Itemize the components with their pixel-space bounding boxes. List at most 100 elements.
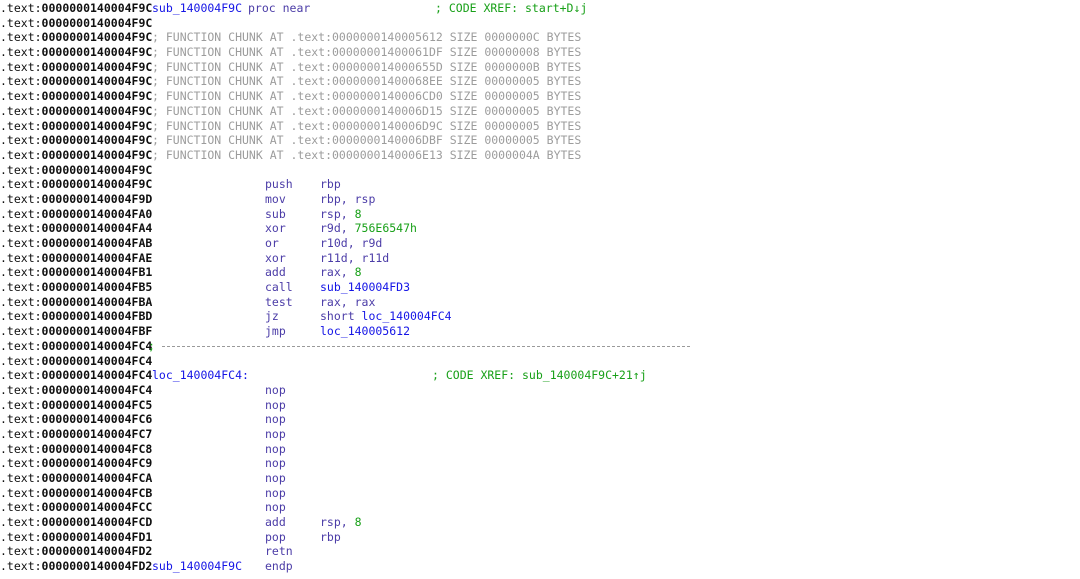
segment-prefix: .text:	[0, 265, 42, 280]
address-gutter: .text:0000000140004FC4	[0, 383, 152, 398]
address-value: 0000000140004FC7	[41, 426, 153, 441]
listing-row[interactable]: .text:0000000140004FCC nop	[0, 500, 1080, 515]
instruction-mnemonic: add	[265, 265, 286, 280]
operand-register: rsp,	[320, 206, 355, 221]
listing-row[interactable]: .text:0000000140004F9C; FUNCTION CHUNK A…	[0, 60, 1080, 75]
instruction-mnemonic: retn	[265, 544, 293, 559]
function-chunk-comment: ; FUNCTION CHUNK AT .text:00000001400065…	[152, 59, 582, 74]
address-value: 0000000140004FBF	[41, 324, 153, 339]
listing-row-body: ; FUNCTION CHUNK AT .text:00000001400061…	[152, 45, 581, 60]
code-label[interactable]: loc_140004FC4:	[152, 368, 249, 382]
instruction-mnemonic: add	[265, 515, 286, 530]
operand-branch-target[interactable]: sub_140004FD3	[320, 280, 410, 294]
listing-row[interactable]: .text:0000000140004FBF jmp loc_140005612	[0, 324, 1080, 339]
listing-row[interactable]: .text:0000000140004FCB nop	[0, 486, 1080, 501]
address-value: 0000000140004F9C	[41, 147, 153, 162]
listing-row[interactable]: .text:0000000140004F9D mov rbp, rsp	[0, 192, 1080, 207]
instruction-mnemonic: xor	[265, 250, 286, 265]
instruction-mnemonic: mov	[265, 191, 286, 206]
segment-prefix: .text:	[0, 368, 42, 383]
instruction-mnemonic: nop	[265, 397, 286, 412]
segment-prefix: .text:	[0, 15, 42, 30]
segment-prefix: .text:	[0, 500, 42, 515]
address-gutter: .text:0000000140004F9C	[0, 30, 152, 45]
operand-branch-target[interactable]: loc_140004FC4	[362, 309, 452, 323]
address-value: 0000000140004F9C	[41, 103, 153, 118]
listing-row[interactable]: .text:0000000140004FA0 sub rsp, 8	[0, 207, 1080, 222]
listing-row[interactable]: .text:0000000140004F9C sub_140004F9C proc …	[0, 1, 1080, 16]
address-value: 0000000140004FCA	[41, 471, 153, 485]
function-name[interactable]: sub_140004F9C	[152, 559, 242, 573]
instruction-mnemonic: test	[265, 294, 293, 309]
listing-row[interactable]: .text:0000000140004FCD add rsp, 8	[0, 515, 1080, 530]
listing-row-body: sub_140004F9C proc near ; CODE XREF: start…	[152, 1, 587, 16]
disassembly-listing[interactable]: .text:0000000140004F9C sub_140004F9C proc …	[0, 0, 1080, 579]
listing-row[interactable]: .text:0000000140004F9C; FUNCTION CHUNK A…	[0, 89, 1080, 104]
listing-row[interactable]: .text:0000000140004F9C; FUNCTION CHUNK A…	[0, 30, 1080, 45]
listing-row-body: ;	[148, 339, 690, 354]
listing-row[interactable]: .text:0000000140004FC4 loc_140004FC4: ; CO…	[0, 368, 1080, 383]
listing-row[interactable]: .text:0000000140004FC4 nop	[0, 383, 1080, 398]
segment-prefix: .text:	[0, 544, 42, 559]
listing-row[interactable]: .text:0000000140004F9C; FUNCTION CHUNK A…	[0, 104, 1080, 119]
function-chunk-comment: ; FUNCTION CHUNK AT .text:0000000140006D…	[152, 118, 582, 133]
listing-row[interactable]: .text:0000000140004FC5 nop	[0, 398, 1080, 413]
address-value: 0000000140004FC5	[41, 397, 153, 412]
segment-prefix: .text:	[0, 353, 42, 368]
listing-row[interactable]: .text:0000000140004FD2 retn	[0, 544, 1080, 559]
listing-row[interactable]: .text:0000000140004FBD jz short loc_140004…	[0, 309, 1080, 324]
listing-row[interactable]: .text:0000000140004FBA test rax, rax	[0, 295, 1080, 310]
address-value: 0000000140004F9C	[41, 74, 153, 89]
segment-prefix: .text:	[0, 177, 42, 192]
address-gutter: .text:0000000140004FC8	[0, 442, 152, 457]
address-gutter: .text:0000000140004FBA	[0, 295, 152, 310]
listing-row[interactable]: .text:0000000140004F9C push rbp	[0, 177, 1080, 192]
segment-prefix: .text:	[0, 45, 42, 60]
address-value: 0000000140004F9C	[41, 15, 153, 30]
operand-branch-target[interactable]: loc_140005612	[320, 324, 410, 338]
listing-row[interactable]: .text:0000000140004FC6 nop	[0, 412, 1080, 427]
listing-row[interactable]: .text:0000000140004F9C	[0, 16, 1080, 31]
segment-prefix: .text:	[0, 515, 42, 530]
address-gutter: .text:0000000140004FC6	[0, 412, 152, 427]
segment-prefix: .text:	[0, 397, 42, 412]
listing-row[interactable]: .text:0000000140004F9C; FUNCTION CHUNK A…	[0, 148, 1080, 163]
function-name[interactable]: sub_140004F9C	[152, 1, 242, 15]
listing-row[interactable]: .text:0000000140004FC4;	[0, 339, 1080, 354]
listing-row[interactable]: .text:0000000140004FC9 nop	[0, 456, 1080, 471]
address-gutter: .text:0000000140004FAB	[0, 236, 152, 251]
segment-prefix: .text:	[0, 456, 42, 471]
instruction-operands: short loc_140004FC4	[320, 309, 452, 324]
listing-row[interactable]: .text:0000000140004FAE xor r11d, r11d	[0, 251, 1080, 266]
segment-prefix: .text:	[0, 118, 42, 133]
listing-row[interactable]: .text:0000000140004F9C; FUNCTION CHUNK A…	[0, 133, 1080, 148]
operand-register: r9d,	[320, 221, 355, 236]
segment-prefix: .text:	[0, 485, 42, 500]
listing-row[interactable]: .text:0000000140004FB5 call sub_140004FD3	[0, 280, 1080, 295]
listing-row[interactable]: .text:0000000140004FC8 nop	[0, 442, 1080, 457]
operand-register: r10d, r9d	[320, 236, 383, 250]
operand-register: rbp	[320, 177, 341, 192]
listing-row[interactable]: .text:0000000140004F9C; FUNCTION CHUNK A…	[0, 74, 1080, 89]
listing-row[interactable]: .text:0000000140004F9C; FUNCTION CHUNK A…	[0, 45, 1080, 60]
instruction-mnemonic: jz	[265, 309, 279, 324]
address-value: 0000000140004F9C	[41, 177, 153, 192]
function-chunk-comment: ; FUNCTION CHUNK AT .text:00000001400061…	[152, 45, 582, 60]
listing-row[interactable]: .text:0000000140004FCA nop	[0, 471, 1080, 486]
instruction-operands: sub_140004FD3	[320, 280, 410, 295]
listing-row[interactable]: .text:0000000140004FAB or r10d, r9d	[0, 236, 1080, 251]
segment-prefix: .text:	[0, 236, 42, 250]
address-value: 0000000140004F9C	[41, 89, 153, 104]
listing-row[interactable]: .text:0000000140004F9C	[0, 163, 1080, 178]
listing-row[interactable]: .text:0000000140004FC4	[0, 354, 1080, 369]
listing-row[interactable]: .text:0000000140004F9C; FUNCTION CHUNK A…	[0, 119, 1080, 134]
listing-row[interactable]: .text:0000000140004FD2 sub_140004F9C endp	[0, 559, 1080, 574]
segment-prefix: .text:	[0, 59, 42, 74]
listing-row[interactable]: .text:0000000140004FD1 pop rbp	[0, 530, 1080, 545]
listing-row[interactable]: .text:0000000140004FC7 nop	[0, 427, 1080, 442]
segment-prefix: .text:	[0, 74, 42, 89]
address-gutter: .text:0000000140004FC7	[0, 427, 152, 442]
operand-register: short	[320, 309, 362, 324]
listing-row[interactable]: .text:0000000140004FB1 add rax, 8	[0, 265, 1080, 280]
listing-row[interactable]: .text:0000000140004FA4 xor r9d, 756E6547h	[0, 221, 1080, 236]
